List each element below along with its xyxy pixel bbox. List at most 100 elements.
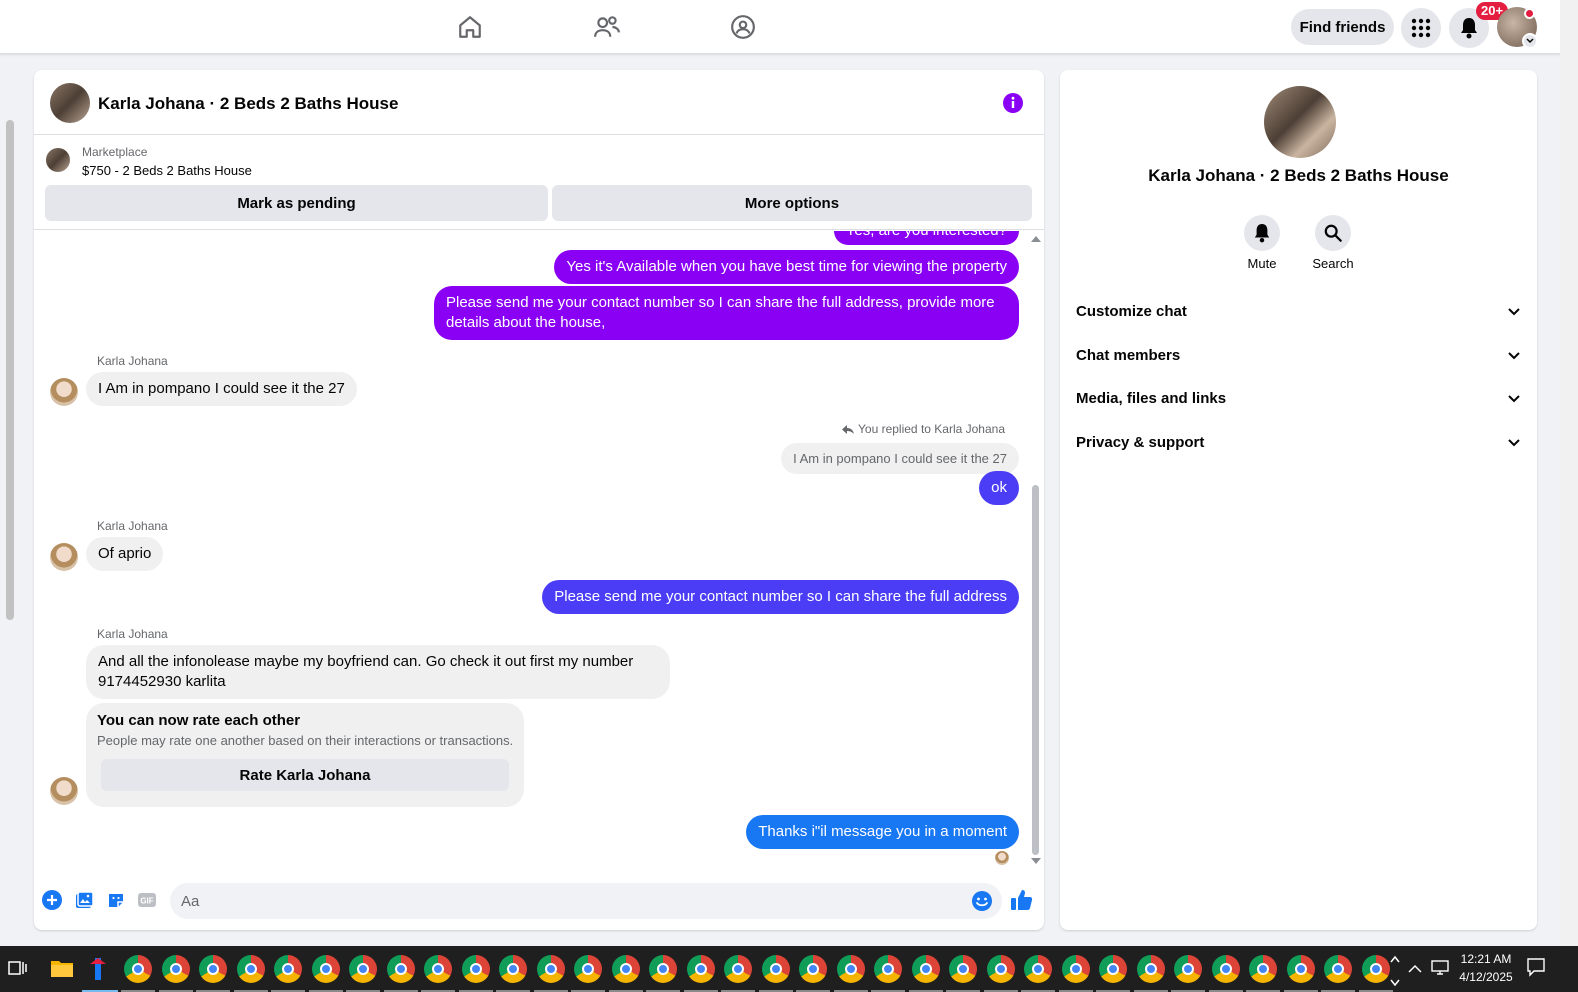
home-icon[interactable] — [453, 10, 487, 44]
section-media-files-links[interactable]: Media, files and links — [1076, 380, 1521, 416]
chrome-taskbar-icon[interactable] — [611, 955, 640, 983]
outgoing-message[interactable]: Yes, are you interested? — [833, 231, 1019, 245]
mute-label: Mute — [1247, 256, 1277, 271]
message-input[interactable]: Aa — [170, 883, 1002, 919]
file-explorer-icon[interactable] — [50, 958, 74, 983]
sticker-icon[interactable] — [105, 889, 127, 911]
listing-title[interactable]: $750 - 2 Beds 2 Baths House — [82, 163, 252, 178]
chrome-taskbar-icon[interactable] — [1061, 955, 1090, 983]
notifications-center-icon[interactable] — [1526, 957, 1546, 982]
friends-icon[interactable] — [590, 10, 624, 44]
sender-avatar[interactable] — [50, 543, 78, 571]
chat-scrollbar[interactable] — [1030, 231, 1044, 876]
chrome-taskbar-icon[interactable] — [1249, 955, 1277, 983]
add-plus-icon[interactable] — [41, 889, 63, 911]
taskbar-scroll-up-icon[interactable] — [1390, 950, 1400, 968]
section-label: Media, files and links — [1076, 389, 1227, 407]
show-hidden-icons-chevron-icon[interactable] — [1408, 961, 1422, 979]
chrome-taskbar-icon[interactable] — [1361, 955, 1390, 983]
listing-avatar[interactable] — [50, 83, 90, 123]
section-privacy-support[interactable]: Privacy & support — [1076, 424, 1521, 460]
rate-card-subtitle: People may rate one another based on the… — [97, 733, 514, 748]
chrome-taskbar-icon[interactable] — [1211, 955, 1240, 983]
section-customize-chat[interactable]: Customize chat — [1076, 293, 1521, 329]
find-friends-button[interactable]: Find friends — [1291, 9, 1394, 45]
info-icon[interactable] — [1002, 92, 1024, 114]
sender-name: Karla Johana — [97, 354, 168, 368]
mute-button[interactable]: Mute — [1232, 215, 1292, 271]
mark-as-pending-button[interactable]: Mark as pending — [45, 185, 548, 221]
incoming-message[interactable]: I Am in pompano I could see it the 27 — [86, 372, 357, 406]
chrome-taskbar-icon[interactable] — [1136, 955, 1165, 983]
chevron-down-icon[interactable] — [1522, 33, 1538, 49]
photo-icon[interactable] — [73, 889, 95, 911]
chrome-taskbar-icon[interactable] — [724, 955, 752, 983]
chrome-taskbar-icon[interactable] — [461, 955, 490, 983]
scroll-down-icon[interactable] — [1031, 858, 1041, 864]
left-scrollbar[interactable] — [0, 100, 18, 946]
chrome-taskbar-icon[interactable] — [986, 955, 1015, 983]
incoming-message[interactable]: And all the infonolease maybe my boyfrie… — [86, 645, 670, 699]
system-clock[interactable]: 12:21 AM 4/12/2025 — [1440, 950, 1532, 986]
chrome-taskbar-icon[interactable] — [686, 955, 715, 983]
chrome-taskbar-icon[interactable] — [761, 955, 790, 983]
chrome-taskbar-icon[interactable] — [949, 955, 977, 983]
outgoing-message[interactable]: Yes it's Available when you have best ti… — [554, 250, 1019, 284]
incoming-message[interactable]: Of aprio — [86, 537, 164, 571]
chrome-taskbar-icon[interactable] — [311, 955, 340, 983]
sender-avatar[interactable] — [50, 378, 78, 406]
chrome-taskbar-icon[interactable] — [536, 955, 565, 983]
chrome-taskbar-icon[interactable] — [499, 955, 527, 983]
avatar-status-dot — [1524, 8, 1535, 19]
groups-icon[interactable] — [726, 10, 760, 44]
scroll-up-icon[interactable] — [1031, 236, 1041, 242]
listing-avatar-large[interactable] — [1264, 86, 1336, 158]
chrome-taskbar-icon[interactable] — [274, 955, 302, 983]
outgoing-message[interactable]: Thanks i"il message you in a moment — [746, 815, 1019, 849]
chrome-taskbar-icon[interactable] — [874, 955, 902, 983]
outgoing-message[interactable]: Please send me your contact number so I … — [434, 286, 1019, 340]
quoted-message[interactable]: I Am in pompano I could see it the 27 — [781, 443, 1019, 474]
more-options-button[interactable]: More options — [552, 185, 1032, 221]
top-navigation: Find friends 20+ — [0, 0, 1560, 54]
outgoing-message[interactable]: Please send me your contact number so I … — [542, 580, 1019, 614]
task-view-icon[interactable] — [8, 959, 28, 982]
chrome-taskbar-icon[interactable] — [1099, 955, 1127, 983]
chrome-taskbar-icon[interactable] — [911, 955, 940, 983]
chrome-taskbar-icon[interactable] — [1024, 955, 1052, 983]
chevron-down-icon — [1508, 307, 1520, 315]
page-scrollbar[interactable] — [1560, 0, 1578, 946]
chrome-taskbar-icon[interactable] — [349, 955, 377, 983]
chrome-taskbar-icon[interactable] — [836, 955, 865, 983]
rate-user-button[interactable]: Rate Karla Johana — [101, 759, 509, 791]
chrome-taskbar-icon[interactable] — [1324, 955, 1352, 983]
chrome-taskbar-icon[interactable] — [424, 955, 452, 983]
chrome-taskbar-icon[interactable] — [161, 955, 190, 983]
thumbs-up-icon[interactable] — [1010, 888, 1034, 912]
outgoing-message[interactable]: ok — [979, 471, 1019, 505]
conversation-name: Karla Johana · 2 Beds 2 Baths House — [1148, 166, 1449, 185]
chrome-taskbar-icon[interactable] — [1174, 955, 1202, 983]
chrome-taskbar-icon[interactable] — [1286, 955, 1315, 983]
emoji-icon[interactable] — [971, 890, 993, 912]
chrome-taskbar-icon[interactable] — [199, 955, 227, 983]
chrome-taskbar-icon[interactable] — [386, 955, 415, 983]
chrome-taskbar-icon[interactable] — [799, 955, 827, 983]
scrollbar-thumb[interactable] — [1032, 485, 1039, 855]
search-icon[interactable] — [1315, 215, 1351, 251]
scrollbar-thumb[interactable] — [6, 120, 14, 620]
pinned-app-icon[interactable] — [86, 956, 110, 987]
bell-icon[interactable] — [1244, 215, 1280, 251]
menu-grid-icon[interactable] — [1401, 8, 1441, 48]
chrome-taskbar-icon[interactable] — [649, 955, 677, 983]
chrome-taskbar-icon[interactable] — [574, 955, 602, 983]
chat-title[interactable]: Karla Johana · 2 Beds 2 Baths House — [98, 94, 398, 114]
listing-thumbnail[interactable] — [46, 148, 70, 172]
sender-avatar[interactable] — [50, 777, 78, 805]
gif-icon[interactable]: GIF — [136, 889, 158, 911]
chrome-taskbar-icon[interactable] — [124, 955, 152, 983]
section-chat-members[interactable]: Chat members — [1076, 337, 1521, 373]
chrome-taskbar-icon[interactable] — [236, 955, 265, 983]
search-button[interactable]: Search — [1303, 215, 1363, 271]
chevron-down-icon — [1508, 351, 1520, 359]
